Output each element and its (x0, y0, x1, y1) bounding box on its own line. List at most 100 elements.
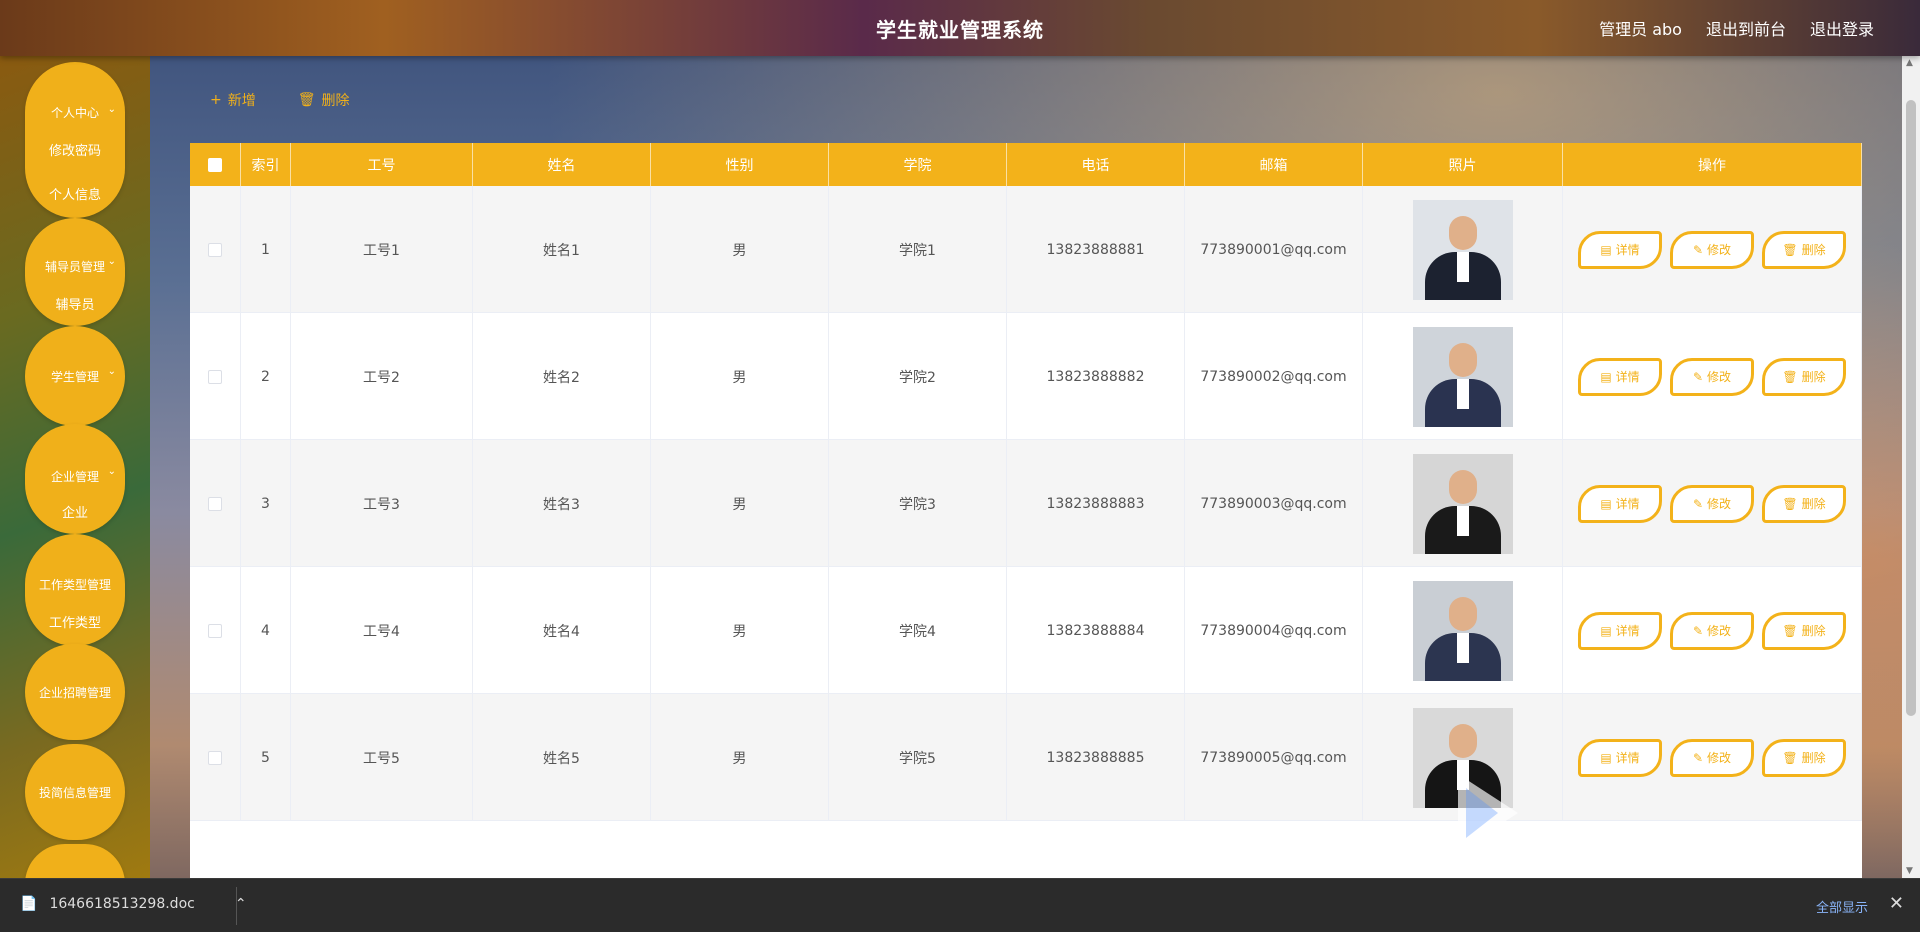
scroll-down-icon[interactable]: ▼ (1906, 866, 1913, 876)
table-header: 索引 工号 姓名 性别 学院 电话 邮箱 照片 操作 (190, 143, 1862, 186)
row-checkbox[interactable] (208, 496, 222, 511)
row-select-cell (190, 440, 241, 567)
cell-job-no: 工号1 (291, 186, 473, 313)
menu-title-recruitment[interactable]: 企业招聘管理 (25, 684, 125, 701)
edit-button[interactable]: ✎ 修改 (1670, 357, 1754, 396)
menu-item-job-type[interactable]: 工作类型 (25, 612, 125, 631)
avatar-head (1448, 342, 1477, 377)
menu-title-label: 学生管理 (50, 370, 99, 384)
table-body: 1 工号1 姓名1 男学院1 13823888881 773890001@qq.com ▤ 详… (190, 186, 1862, 878)
header-name: 姓名 (473, 143, 651, 186)
avatar[interactable] (1412, 326, 1513, 427)
edit-button[interactable]: ✎ 修改 (1670, 230, 1754, 269)
edit-button-label: 修改 (1707, 751, 1732, 765)
select-all-cell (190, 143, 241, 186)
scrollbar-thumb[interactable] (1906, 100, 1916, 716)
menu-title-label: 个人中心 (50, 106, 99, 120)
avatar-head (1448, 723, 1477, 758)
row-checkbox[interactable] (208, 750, 222, 765)
row-select-cell (190, 186, 241, 313)
edit-button[interactable]: ✎ 修改 (1670, 611, 1754, 650)
menu-title-label: 工作类型管理 (38, 578, 111, 592)
menu-item-personal-info[interactable]: 个人信息 (25, 184, 125, 203)
detail-button[interactable]: ▤ 详情 (1578, 357, 1662, 396)
cell-college: 学院1 (829, 186, 1007, 313)
cell-index: 1 (241, 186, 291, 313)
header-college: 学院 (829, 143, 1007, 186)
menu-group-more[interactable] (25, 844, 125, 878)
table-row: 3 工号3 姓名3 男学院3 13823888883 773890003@qq.com ▤ 详… (190, 440, 1862, 567)
batch-delete-button[interactable]: 🗑 删除 (298, 90, 350, 110)
trash-icon: 🗑 (1782, 242, 1798, 257)
delete-button-label: 删除 (321, 93, 350, 109)
chevron-down-icon: ⌄ (107, 104, 116, 115)
detail-button[interactable]: ▤ 详情 (1578, 738, 1662, 777)
trash-icon: 🗑 (1782, 750, 1798, 765)
logout-link[interactable]: 退出登录 (1810, 16, 1874, 40)
detail-button[interactable]: ▤ 详情 (1578, 230, 1662, 269)
header-phone: 电话 (1007, 143, 1185, 186)
delete-button[interactable]: 🗑 删除 (1762, 230, 1846, 269)
avatar-shirt (1456, 632, 1469, 663)
delete-button[interactable]: 🗑 删除 (1762, 611, 1846, 650)
cell-gender: 男 (651, 694, 829, 821)
edit-button-label: 修改 (1707, 624, 1732, 638)
detail-button[interactable]: ▤ 详情 (1578, 611, 1662, 650)
row-actions: ▤ 详情 ✎ 修改 🗑 删除 (1578, 484, 1846, 523)
document-icon: ▤ (1600, 242, 1612, 257)
vertical-scrollbar[interactable]: ▲ ▼ (1902, 56, 1920, 878)
cell-phone: 13823888884 (1007, 567, 1185, 694)
pencil-icon: ✎ (1692, 623, 1704, 638)
trash-icon: 🗑 (1782, 623, 1798, 638)
current-user-label[interactable]: 管理员 abo (1599, 16, 1682, 40)
add-button[interactable]: + 新增 (210, 90, 256, 110)
avatar[interactable] (1412, 453, 1513, 554)
menu-item-counselor[interactable]: 辅导员 (25, 294, 125, 313)
cell-actions: ▤ 详情 ✎ 修改 🗑 删除 (1563, 186, 1862, 313)
row-checkbox[interactable] (208, 623, 222, 638)
front-page-link[interactable]: 退出到前台 (1706, 16, 1786, 40)
detail-button[interactable]: ▤ 详情 (1578, 484, 1662, 523)
row-checkbox[interactable] (208, 242, 222, 257)
menu-item-enterprise[interactable]: 企业 (25, 502, 125, 521)
cell-email: 773890005@qq.com (1185, 694, 1363, 821)
document-icon: 📄 (20, 896, 38, 912)
cell-job-no: 工号3 (291, 440, 473, 567)
cell-actions: ▤ 详情 ✎ 修改 🗑 删除 (1563, 694, 1862, 821)
avatar[interactable] (1412, 199, 1513, 300)
menu-title-resume[interactable]: 投简信息管理 (25, 784, 125, 801)
row-select-cell (190, 694, 241, 821)
avatar[interactable] (1412, 580, 1513, 681)
menu-item-change-password[interactable]: 修改密码 (25, 140, 125, 159)
plus-icon: + (210, 92, 222, 108)
scroll-up-icon[interactable]: ▲ (1906, 58, 1913, 68)
avatar-shirt (1456, 505, 1469, 536)
header-photo: 照片 (1363, 143, 1563, 186)
download-item[interactable]: 📄 1646618513298.doc ⌃ (20, 896, 247, 912)
delete-button[interactable]: 🗑 删除 (1762, 484, 1846, 523)
cell-email: 773890001@qq.com (1185, 186, 1363, 313)
cell-college: 学院2 (829, 313, 1007, 440)
menu-title-job-type[interactable]: 工作类型管理 (25, 576, 125, 593)
delete-button[interactable]: 🗑 删除 (1762, 357, 1846, 396)
cell-index: 5 (241, 694, 291, 821)
close-icon[interactable]: ✕ (1889, 893, 1904, 914)
menu-title-label: 企业招聘管理 (38, 686, 111, 700)
toolbar: + 新增 🗑 删除 (210, 90, 350, 110)
cell-name: 姓名5 (473, 694, 651, 821)
edit-button[interactable]: ✎ 修改 (1670, 738, 1754, 777)
cell-email: 773890004@qq.com (1185, 567, 1363, 694)
play-icon (1458, 774, 1518, 852)
table-row: 2 工号2 姓名2 男学院2 13823888882 773890002@qq.com ▤ 详… (190, 313, 1862, 440)
select-all-checkbox[interactable] (208, 157, 222, 172)
header-gender: 性别 (651, 143, 829, 186)
detail-button-label: 详情 (1615, 624, 1640, 638)
delete-button-label: 删除 (1801, 370, 1826, 384)
top-header: 学生就业管理系统 管理员 abo 退出到前台 退出登录 (0, 0, 1920, 56)
delete-button[interactable]: 🗑 删除 (1762, 738, 1846, 777)
show-all-button[interactable]: 全部显示 (1816, 897, 1868, 916)
edit-button[interactable]: ✎ 修改 (1670, 484, 1754, 523)
row-checkbox[interactable] (208, 369, 222, 384)
add-button-label: 新增 (227, 93, 256, 109)
sidebar-menu: 个人中心 ⌄ 修改密码 个人信息 辅导员管理 ⌄ 辅导员 学生管理 ⌄ 企业管理… (0, 56, 150, 878)
